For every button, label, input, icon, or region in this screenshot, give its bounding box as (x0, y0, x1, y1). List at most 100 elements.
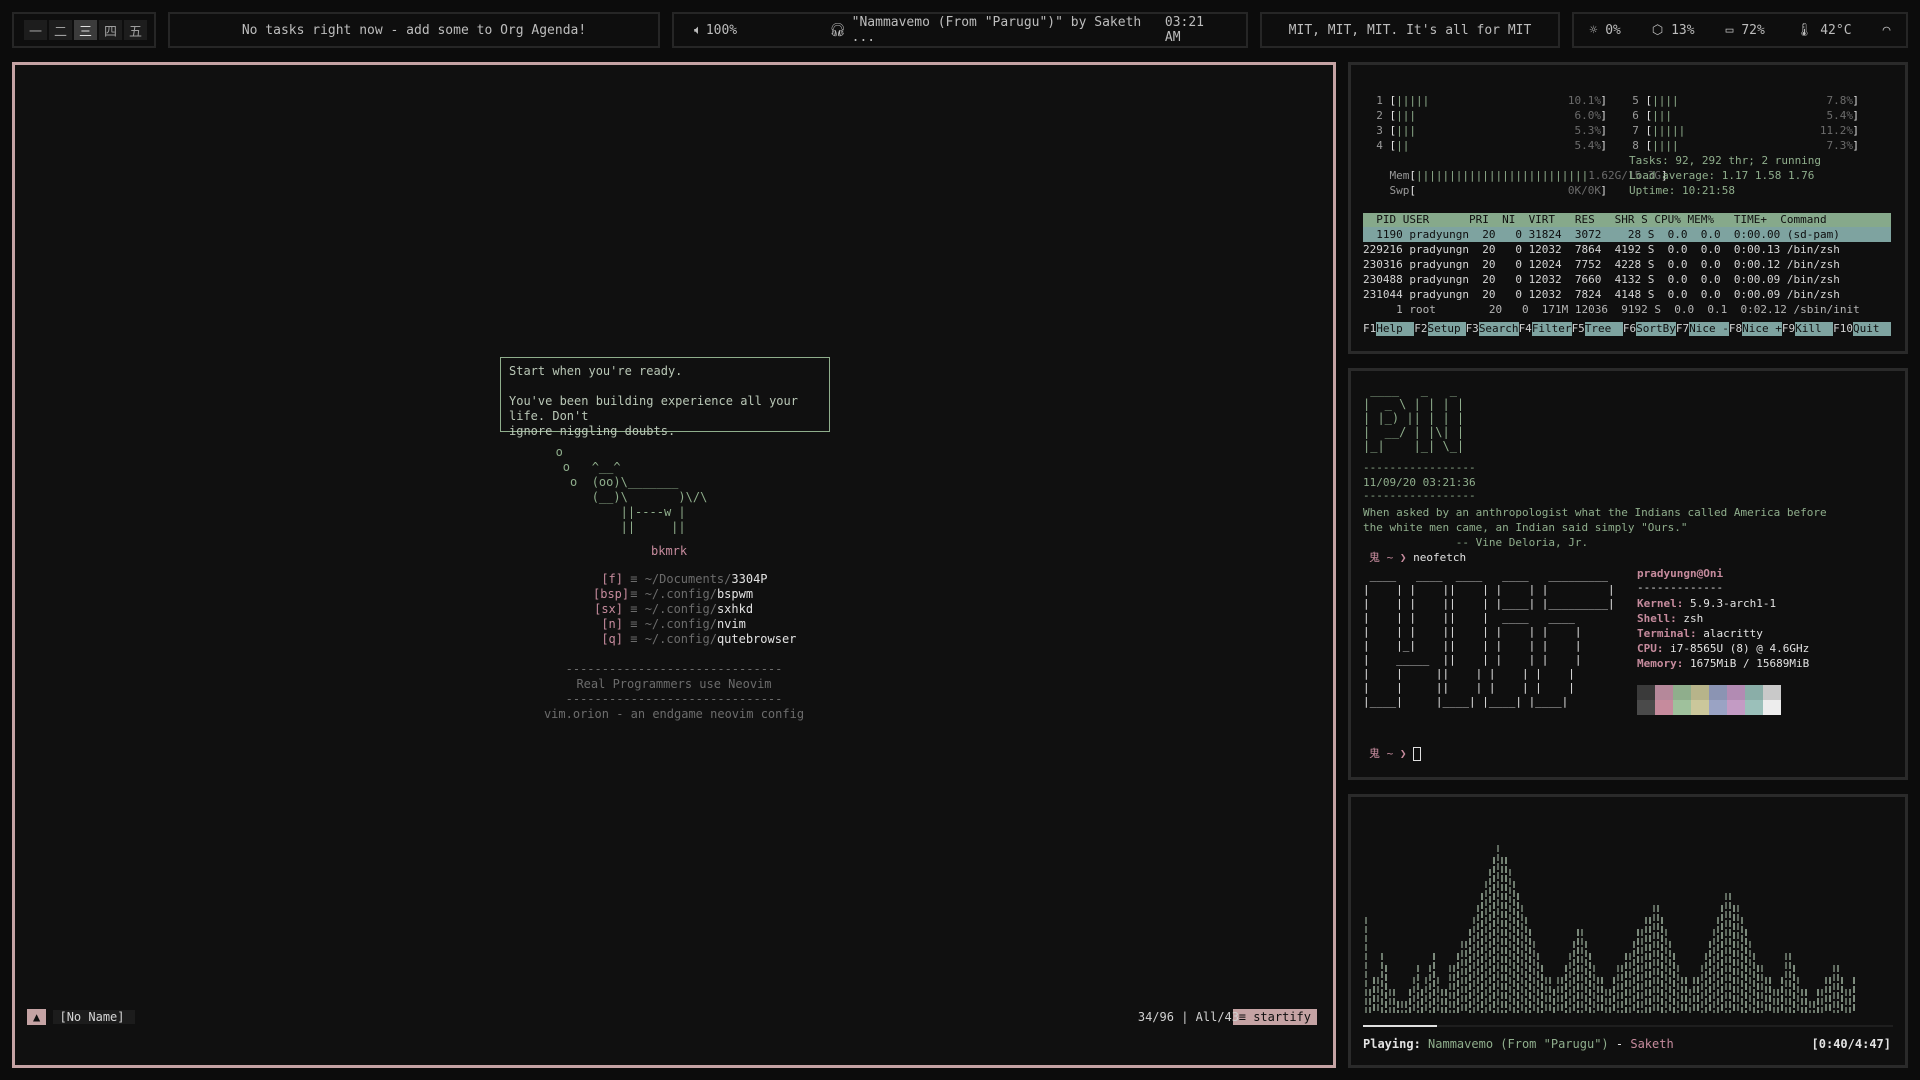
visualizer-bar (1713, 929, 1715, 1013)
fkey-f10[interactable]: F10 (1833, 322, 1853, 336)
process-row[interactable]: 230488 pradyungn 20 0 12032 7660 4132 S … (1363, 272, 1891, 287)
bookmark-key: [sx] (594, 602, 623, 616)
bookmark-name: 3304P (731, 572, 768, 586)
fkey-f1[interactable]: F1 (1363, 322, 1376, 336)
workspace-2[interactable]: 二 (49, 20, 72, 40)
footer-text-2: vim.orion - an endgame neovim config (543, 707, 805, 721)
battery-stat: ▭ 72% (1726, 23, 1765, 38)
fkey-f6[interactable]: F6 (1623, 322, 1636, 336)
visualizer-bar (1433, 953, 1435, 1013)
file-icon: ≡ (623, 602, 645, 616)
visualizer-bar (1477, 905, 1479, 1013)
process-header: PID USER PRI NI VIRT RES SHR S CPU% MEM%… (1363, 213, 1891, 227)
visualizer-bar (1677, 965, 1679, 1013)
visualizer-bar (1453, 965, 1455, 1013)
visualizer-bar (1697, 977, 1699, 1013)
fkey-label[interactable]: Tree (1584, 322, 1623, 336)
visualizer-bar (1853, 977, 1855, 1013)
cursor[interactable] (1413, 747, 1422, 761)
now-playing[interactable]: "Nammavemo (From "Parugu")" by Saketh ..… (852, 15, 1165, 45)
music-window[interactable]: Playing: Nammavemo (From "Parugu") - Sak… (1348, 794, 1908, 1068)
fkey-label[interactable]: Filter (1531, 322, 1572, 336)
color-swatch (1691, 685, 1709, 700)
editor-window[interactable]: Start when you're ready. You've been bui… (12, 62, 1336, 1068)
fkey-f9[interactable]: F9 (1782, 322, 1795, 336)
fkey-f7[interactable]: F7 (1676, 322, 1689, 336)
process-row[interactable]: 1190 pradyungn 20 0 31824 3072 28 S 0.0 … (1363, 227, 1891, 242)
visualizer-bar (1505, 857, 1507, 1013)
workspace-1[interactable]: 一 (24, 20, 47, 40)
fkey-f2[interactable]: F2 (1414, 322, 1427, 336)
visualizer-bar (1529, 929, 1531, 1013)
fkey-label[interactable]: Help (1376, 322, 1415, 336)
visualizer-bar (1449, 965, 1451, 1013)
info-row: Shell: zsh (1637, 612, 1704, 625)
process-row[interactable]: 1 root 20 0 171M 12036 9192 S 0.0 0.1 0:… (1363, 302, 1891, 317)
visualizer-bar (1577, 929, 1579, 1013)
visualizer-bar (1569, 953, 1571, 1013)
visualizer-bar (1561, 977, 1563, 1013)
fkey-f8[interactable]: F8 (1729, 322, 1742, 336)
color-swatch (1673, 700, 1691, 715)
process-row[interactable]: 231044 pradyungn 20 0 12032 7824 4148 S … (1363, 287, 1891, 302)
fkey-label[interactable]: Nice + (1742, 322, 1782, 336)
fkey-label[interactable]: Search (1478, 322, 1519, 336)
command-text: neofetch (1413, 551, 1467, 564)
cpu-meters-right: 5 [|||| 7.8%] 6 [||| 5.4%] 7 [||||| 11.2%] … (1619, 93, 1859, 153)
footer-rule-top: ------------------------------ (565, 662, 783, 676)
quote-line-1: Start when you're ready. (509, 364, 683, 378)
fkey-f4[interactable]: F4 (1519, 322, 1532, 336)
fkey-label[interactable]: Kill (1795, 322, 1834, 336)
neofetch-ascii-logo: ____ ____ ____ ____ _________ | | | || |… (1363, 569, 1615, 708)
fkey-label[interactable]: Setup (1427, 322, 1466, 336)
workspace-5[interactable]: 五 (124, 20, 147, 40)
fkey-label[interactable]: SortBy (1636, 322, 1676, 336)
temp-stat: 🌡︎ 42°C (1796, 23, 1852, 38)
footer-rule-bottom: ------------------------------ (565, 692, 783, 706)
info-row: Kernel: 5.9.3-arch1-1 (1637, 597, 1777, 610)
visualizer-bar (1769, 977, 1771, 1013)
visualizer-bar (1481, 893, 1483, 1013)
color-swatch (1637, 685, 1655, 700)
visualizer-bar (1733, 905, 1735, 1013)
user-host: pradyungn@Oni (1637, 567, 1724, 580)
visualizer-bar (1465, 941, 1467, 1013)
visualizer-bar (1721, 905, 1723, 1013)
process-row[interactable]: 229216 pradyungn 20 0 12032 7864 4192 S … (1363, 242, 1891, 257)
cpu-meter: 6 [||| 5.4%] (1619, 109, 1859, 122)
terminal-window[interactable]: ____ _ _ | _ \ | | | | | |_) || | | | | … (1348, 368, 1908, 780)
cowsay-art: o o ^__^ o (oo)\_______ (__)\ )\/\ ||---… (555, 445, 708, 534)
bookmark-item[interactable]: [q] ≡ ~/.config/qutebrowser (593, 632, 796, 647)
htop-window[interactable]: 1 [||||| 10.1%] 2 [||| 6.0%] 3 [||| 5.3%] 4… (1348, 62, 1908, 354)
fkey-label[interactable]: Nice - (1689, 322, 1729, 336)
visualizer-bar (1801, 989, 1803, 1013)
fkey-f3[interactable]: F3 (1466, 322, 1479, 336)
volume-icon[interactable]: 🔈︎ (694, 23, 702, 38)
workspace-4[interactable]: 四 (99, 20, 122, 40)
file-icon: ≡ (623, 587, 645, 601)
bookmark-item[interactable]: [bsp] ≡ ~/.config/bspwm (593, 587, 796, 602)
visualizer-bar (1409, 989, 1411, 1013)
bookmark-item[interactable]: [f] ≡ ~/Documents/3304P (593, 572, 796, 587)
bookmark-item[interactable]: [n] ≡ ~/.config/nvim (593, 617, 796, 632)
swp-label: Swp (1389, 184, 1410, 197)
fkey-label[interactable]: Quit (1853, 322, 1892, 336)
process-row[interactable]: 230316 pradyungn 20 0 12024 7752 4228 S … (1363, 257, 1891, 272)
visualizer-bar (1681, 977, 1683, 1013)
visualizer-bar (1381, 953, 1383, 1013)
fkey-f5[interactable]: F5 (1572, 322, 1585, 336)
tasks-info: Tasks: 92, 292 thr; 2 running (1629, 154, 1822, 167)
cube-icon: ⬡ (1651, 22, 1664, 38)
battery-value: 72% (1741, 22, 1765, 38)
motto-text: MIT, MIT, MIT. It's all for MIT (1288, 22, 1532, 38)
workspace-3[interactable]: 三 (74, 20, 97, 40)
wifi-icon[interactable]: ◠ (1883, 23, 1891, 38)
visualizer-bar (1469, 929, 1471, 1013)
bookmark-key: [bsp] (593, 587, 630, 601)
file-icon: ≡ (623, 617, 645, 631)
volume-level[interactable]: 100% (706, 23, 737, 38)
brightness-stat: ☼ 0% (1590, 23, 1621, 38)
visualizer-bar (1509, 869, 1511, 1013)
bookmark-item[interactable]: [sx] ≡ ~/.config/sxhkd (593, 602, 796, 617)
progress-track[interactable] (1363, 1025, 1893, 1027)
